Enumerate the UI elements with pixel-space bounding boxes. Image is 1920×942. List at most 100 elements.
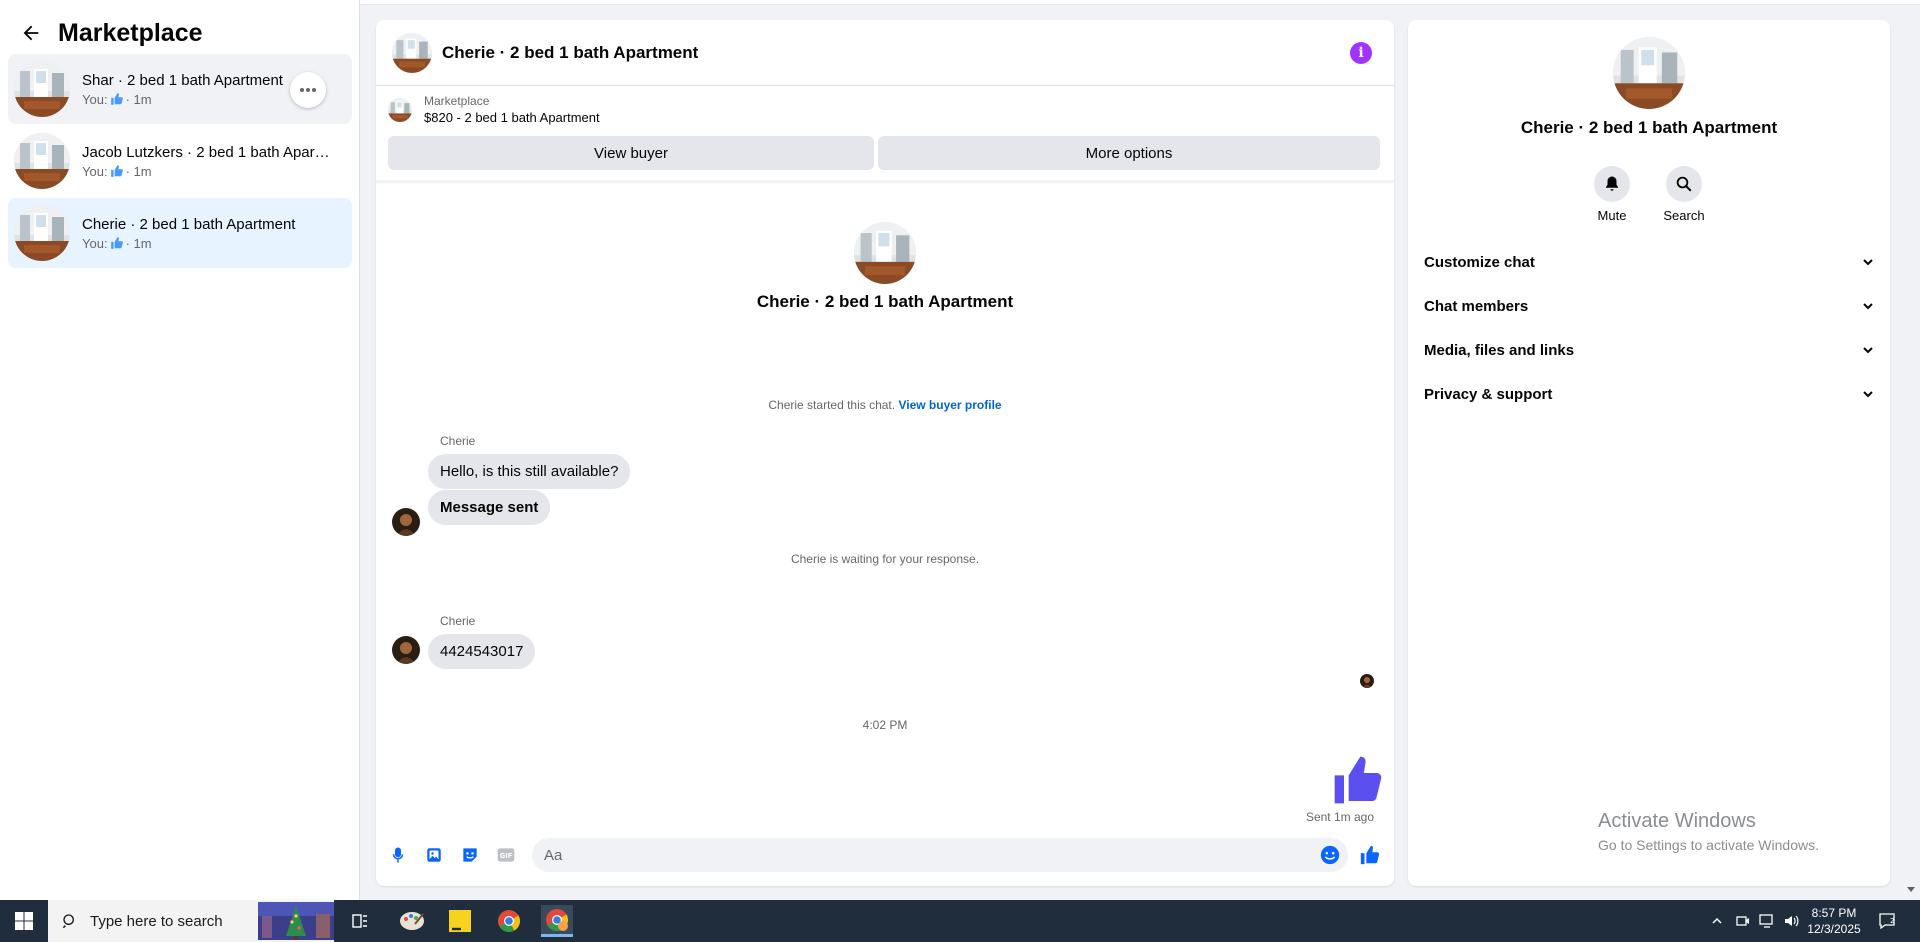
chrome-icon[interactable] (493, 905, 525, 937)
paint-app-icon[interactable] (396, 905, 428, 937)
chevron-down-icon (1863, 347, 1873, 354)
back-arrow-icon[interactable] (18, 20, 44, 46)
bell-icon (1606, 176, 1618, 191)
message-bubble[interactable]: Hello, is this still available? (428, 454, 631, 489)
conversation-item-shar[interactable]: Shar · 2 bed 1 bath Apartment You: · 1m (8, 54, 352, 124)
search-button[interactable] (1666, 166, 1702, 202)
listing-price-title: $820 - 2 bed 1 bath Apartment (424, 110, 600, 125)
sticker-icon[interactable] (458, 843, 482, 867)
chat-intro-avatar (854, 222, 916, 284)
chat-intro-title: Cherie · 2 bed 1 bath Apartment (756, 292, 1014, 311)
message-bubble[interactable]: Message sent (428, 490, 551, 525)
info-icon[interactable]: i (1350, 42, 1372, 64)
chevron-down-icon (1863, 259, 1873, 266)
conversation-options-button[interactable] (290, 72, 326, 108)
thumbs-up-sticker-icon[interactable] (1330, 752, 1386, 808)
microphone-icon[interactable] (386, 843, 410, 867)
more-dots-icon (300, 88, 316, 92)
message-input[interactable] (532, 838, 1348, 872)
conversation-item-jacob[interactable]: Jacob Lutzkers · 2 bed 1 bath Apartment … (8, 126, 352, 196)
windows-start-button[interactable] (0, 900, 48, 942)
chat-started-notice: Cherie started this chat. View buyer pro… (376, 398, 1394, 412)
like-icon (110, 164, 124, 178)
privacy-support-row[interactable]: Privacy & support (1424, 376, 1874, 412)
you-label: You: (82, 91, 108, 107)
windows-activation-watermark: Activate Windows Go to Settings to activ… (1598, 810, 1819, 853)
message-timestamp: 4:02 PM (862, 718, 908, 732)
conversation-time: · 1m (125, 91, 152, 107)
sent-status: Sent 1m ago (1305, 810, 1374, 824)
network-icon[interactable] (1758, 912, 1776, 930)
conversation-time: · 1m (125, 235, 152, 251)
conversation-title: Jacob Lutzkers · 2 bed 1 bath Apartment (82, 143, 332, 161)
taskbar-search-placeholder: Type here to search (90, 912, 223, 930)
photo-icon[interactable] (422, 843, 446, 867)
chat-members-row[interactable]: Chat members (1424, 288, 1874, 324)
sidebar-title: Marketplace (58, 18, 203, 47)
emoji-icon[interactable] (1318, 843, 1342, 867)
conversation-time: · 1m (125, 163, 152, 179)
media-files-links-row[interactable]: Media, files and links (1424, 332, 1874, 368)
mute-button[interactable] (1594, 166, 1630, 202)
like-icon (110, 92, 124, 106)
sender-name: Cherie (440, 434, 476, 448)
mute-label: Mute (1597, 208, 1627, 223)
task-view-icon[interactable] (344, 905, 376, 937)
sender-avatar[interactable] (392, 508, 420, 536)
chat-header: Cherie · 2 bed 1 bath Apartment i (376, 20, 1394, 86)
divider (376, 180, 1394, 183)
conversation-title: Cherie · 2 bed 1 bath Apartment (82, 215, 296, 233)
row-label: Chat members (1424, 297, 1529, 315)
watermark-line2: Go to Settings to activate Windows. (1598, 837, 1819, 853)
search-action[interactable]: Search (1654, 166, 1714, 223)
meet-now-icon[interactable] (1734, 912, 1752, 930)
notifications-icon[interactable]: 2 (1878, 912, 1896, 930)
like-icon (110, 236, 124, 250)
listing-thumbnail (14, 61, 70, 117)
chat-header-title[interactable]: Cherie · 2 bed 1 bath Apartment (442, 43, 698, 63)
clock-date: 12/3/2025 (1807, 922, 1861, 936)
sticky-notes-icon[interactable] (444, 905, 476, 937)
show-hidden-icons-chevron-icon[interactable] (1708, 912, 1726, 930)
mute-action[interactable]: Mute (1582, 166, 1642, 223)
message-composer: GIF (376, 832, 1394, 878)
listing-thumbnail (388, 98, 412, 122)
search-label: Search (1663, 208, 1705, 223)
chat-details-avatar (1613, 37, 1685, 109)
sender-avatar[interactable] (392, 636, 420, 664)
message-bubble[interactable]: 4424543017 (428, 634, 536, 669)
search-highlight-christmas-image[interactable] (258, 902, 334, 940)
top-strip (360, 0, 1920, 5)
you-label: You: (82, 163, 108, 179)
row-label: Customize chat (1424, 253, 1535, 271)
thumbs-up-send-icon[interactable] (1358, 843, 1382, 867)
clock-time: 8:57 PM (1811, 906, 1857, 920)
watermark-line1: Activate Windows (1598, 810, 1756, 832)
view-buyer-button[interactable]: View buyer (388, 136, 874, 170)
chevron-down-icon (1863, 391, 1873, 398)
svg-text:GIF: GIF (500, 852, 513, 860)
gif-icon[interactable]: GIF (494, 843, 518, 867)
chat-started-text: Cherie started this chat. (768, 398, 896, 412)
you-label: You: (82, 235, 108, 251)
chat-window: Cherie · 2 bed 1 bath Apartment i Market… (376, 20, 1394, 886)
conversation-sidebar: Marketplace Shar · 2 bed 1 bath Apartmen… (0, 0, 360, 900)
chat-details-title: Cherie · 2 bed 1 bath Apartment (1520, 118, 1778, 137)
more-options-button[interactable]: More options (878, 136, 1380, 170)
chrome-profile-icon[interactable] (541, 905, 573, 937)
volume-icon[interactable] (1782, 912, 1800, 930)
scroll-down-arrow-icon[interactable] (1906, 884, 1916, 894)
taskbar-clock[interactable]: 8:57 PM 12/3/2025 (1806, 905, 1862, 937)
windows-taskbar: Type here to search 8:57 PM 12/3/2025 2 (0, 900, 1920, 942)
windows-logo-icon (15, 912, 33, 930)
chat-header-avatar[interactable] (392, 33, 432, 73)
search-icon (1676, 176, 1692, 192)
listing-summary[interactable]: Marketplace $820 - 2 bed 1 bath Apartmen… (388, 94, 600, 125)
conversation-item-cherie[interactable]: Cherie · 2 bed 1 bath Apartment You: · 1… (8, 198, 352, 268)
chevron-down-icon (1863, 303, 1873, 310)
view-buyer-profile-link[interactable]: View buyer profile (898, 398, 1001, 412)
listing-thumbnail (14, 133, 70, 189)
row-label: Media, files and links (1424, 341, 1575, 359)
customize-chat-row[interactable]: Customize chat (1424, 244, 1874, 280)
marketplace-label: Marketplace (424, 94, 490, 108)
